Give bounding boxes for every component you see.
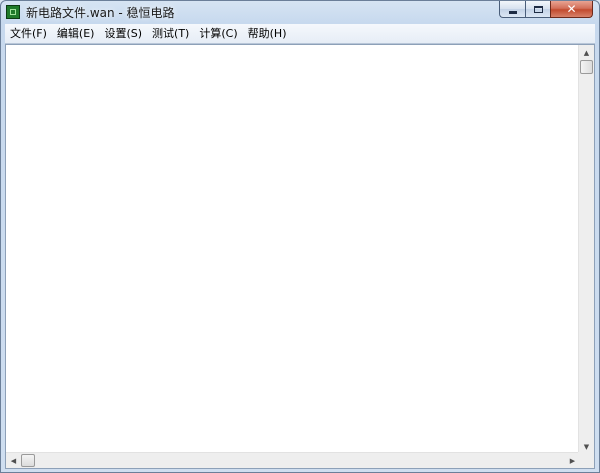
circuit-app-icon[interactable] [6,5,20,19]
scrollbar-corner [578,452,594,468]
menu-file[interactable]: 文件(F) [5,24,52,43]
menu-bar: 文件(F) 编辑(E) 设置(S) 测试(T) 计算(C) 帮助(H) [5,24,595,44]
menu-settings[interactable]: 设置(S) [99,24,147,43]
arrow-down-icon: ▼ [583,442,590,451]
maximize-icon [533,5,543,13]
scroll-up-button[interactable]: ▲ [579,45,594,60]
client-area: ▲ ▼ ◀ ▶ [5,44,595,469]
horizontal-scrollbar[interactable]: ◀ ▶ [6,452,580,468]
menu-calculate[interactable]: 计算(C) [194,24,242,43]
circuit-canvas[interactable] [6,45,580,454]
arrow-left-icon: ◀ [10,456,17,465]
menu-test[interactable]: 测试(T) [147,24,194,43]
menu-help[interactable]: 帮助(H) [243,24,292,43]
horizontal-scroll-thumb[interactable] [21,454,35,467]
window-title: 新电路文件.wan - 稳恒电路 [26,6,175,20]
app-window: 新电路文件.wan - 稳恒电路 ✕ 文件(F) 编辑(E) 设置(S) 测试(… [0,0,600,473]
close-button[interactable]: ✕ [550,1,593,18]
arrow-up-icon: ▲ [583,48,590,57]
minimize-icon [508,10,517,14]
menu-edit[interactable]: 编辑(E) [52,24,100,43]
vertical-scroll-thumb[interactable] [580,60,593,74]
title-bar[interactable]: 新电路文件.wan - 稳恒电路 ✕ [1,1,599,23]
arrow-right-icon: ▶ [569,456,576,465]
caption-buttons: ✕ [499,1,593,19]
maximize-button[interactable] [525,1,550,18]
minimize-button[interactable] [499,1,525,18]
scroll-left-button[interactable]: ◀ [6,453,21,468]
vertical-scrollbar[interactable]: ▲ ▼ [578,45,594,454]
close-icon: ✕ [566,2,577,16]
